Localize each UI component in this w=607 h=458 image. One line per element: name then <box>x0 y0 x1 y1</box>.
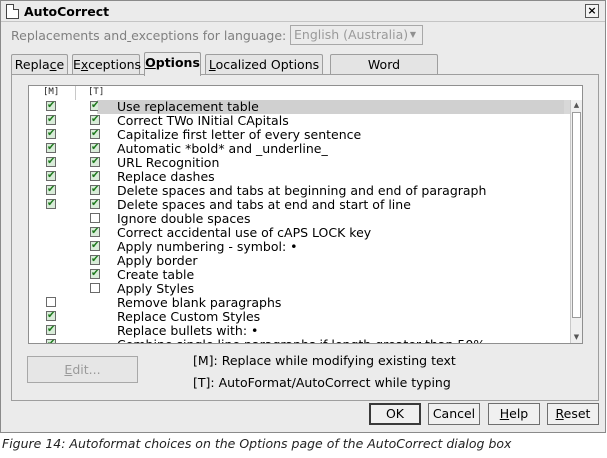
checkbox-m[interactable]: ✔ <box>46 185 56 195</box>
ok-button[interactable]: OK <box>369 403 421 425</box>
help-button[interactable]: Help <box>488 403 540 425</box>
autocorrect-dialog: AutoCorrect × Replacements and exception… <box>0 0 606 433</box>
list-item-label: Delete spaces and tabs at end and start … <box>117 197 411 212</box>
list-item-label: Apply numbering - symbol: • <box>117 239 298 254</box>
figure-caption: Figure 14: Autoformat choices on the Opt… <box>2 436 512 451</box>
tab-replace[interactable]: Replace <box>11 54 68 75</box>
options-list: [M] [T] ✔ ✔ Use replacement table ✔ ✔ Correct… <box>28 85 583 344</box>
list-item[interactable]: Apply Styles <box>29 282 570 296</box>
list-item-label: Replace bullets with: • <box>117 323 259 338</box>
list-item-label: Create table <box>117 267 195 282</box>
tab-word-completion[interactable]: Word Completion <box>330 54 438 87</box>
list-item[interactable]: ✔ ✔ URL Recognition <box>29 156 570 170</box>
checkbox-t[interactable]: ✔ <box>90 143 100 153</box>
tab-label: Localized Options <box>208 57 320 72</box>
checkbox-t[interactable]: ✔ <box>90 255 100 265</box>
scroll-down-icon[interactable]: ▼ <box>571 332 582 343</box>
reset-button[interactable]: Reset <box>547 403 599 425</box>
checkbox-m[interactable]: ✔ <box>46 325 56 335</box>
list-item[interactable]: ✔ ✔ Delete spaces and tabs at end and star… <box>29 198 570 212</box>
list-item[interactable]: ✔ ✔ Delete spaces and tabs at beginning an… <box>29 184 570 198</box>
list-item[interactable]: ✔ ✔ Correct TWo INitial CApitals <box>29 114 570 128</box>
checkbox-m[interactable]: ✔ <box>46 157 56 167</box>
list-item-label: Ignore double spaces <box>117 211 251 226</box>
tab-label: Options <box>145 55 200 70</box>
close-icon[interactable]: × <box>585 4 599 18</box>
list-item-label: Combine single line paragraphs if length… <box>117 338 489 344</box>
list-item-label: Capitalize first letter of every sentenc… <box>117 127 362 142</box>
checkbox-m[interactable]: ✔ <box>46 115 56 125</box>
legend-m-text: [M]: Replace while modifying existing te… <box>193 353 456 368</box>
checkbox-t[interactable]: ✔ <box>90 129 100 139</box>
tab-label: Replace <box>14 57 65 72</box>
options-list-header: [M] [T] <box>29 86 582 100</box>
list-item[interactable]: ✔ Combine single line paragraphs if lengt… <box>29 338 570 343</box>
scroll-up-icon[interactable]: ▲ <box>571 100 582 111</box>
list-item-label: Apply Styles <box>117 281 195 296</box>
list-item[interactable]: ✔ ✔ Capitalize first letter of every sente… <box>29 128 570 142</box>
checkbox-m[interactable] <box>46 297 56 307</box>
list-item-label: Replace Custom Styles <box>117 309 261 324</box>
checkbox-t[interactable] <box>90 213 100 223</box>
list-item-label: Use replacement table <box>98 100 564 114</box>
cancel-button[interactable]: Cancel <box>428 403 480 425</box>
list-item-label: Correct TWo INitial CApitals <box>117 113 289 128</box>
checkbox-m[interactable]: ✔ <box>46 101 56 111</box>
scroll-thumb[interactable] <box>572 112 581 318</box>
column-header-m: [M] <box>43 87 60 97</box>
checkbox-m[interactable]: ✔ <box>46 143 56 153</box>
checkbox-m[interactable]: ✔ <box>46 339 56 343</box>
list-item[interactable]: ✔ Replace bullets with: • <box>29 324 570 338</box>
checkbox-t[interactable]: ✔ <box>90 157 100 167</box>
checkbox-m[interactable]: ✔ <box>46 199 56 209</box>
list-item-label: Replace dashes <box>117 169 215 184</box>
language-label: Replacements and exceptions for language… <box>11 28 287 43</box>
options-tab-panel: [M] [T] ✔ ✔ Use replacement table ✔ ✔ Correct… <box>11 74 599 401</box>
checkbox-m[interactable]: ✔ <box>46 129 56 139</box>
list-item[interactable]: ✔ Replace Custom Styles <box>29 310 570 324</box>
tab-localized-options[interactable]: Localized Options <box>205 54 323 75</box>
vertical-scrollbar[interactable]: ▲ ▼ <box>570 100 582 343</box>
list-item-label: Remove blank paragraphs <box>117 295 282 310</box>
tab-label: Exceptions <box>73 57 142 72</box>
column-header-t: [T] <box>88 87 105 97</box>
title-bar: AutoCorrect × <box>1 1 605 22</box>
list-item[interactable]: Remove blank paragraphs <box>29 296 570 310</box>
legend-t-text: [T]: AutoFormat/AutoCorrect while typing <box>193 375 451 390</box>
document-icon <box>6 4 19 19</box>
edit-button[interactable]: Edit... <box>27 356 138 383</box>
checkbox-t[interactable] <box>90 283 100 293</box>
list-item[interactable]: ✔ Create table <box>29 268 570 282</box>
list-item[interactable]: ✔ Apply border <box>29 254 570 268</box>
checkbox-m[interactable]: ✔ <box>46 311 56 321</box>
checkbox-t[interactable]: ✔ <box>90 185 100 195</box>
list-item-label: Correct accidental use of cAPS LOCK key <box>117 225 372 240</box>
checkbox-t[interactable]: ✔ <box>90 227 100 237</box>
checkbox-m[interactable]: ✔ <box>46 171 56 181</box>
list-item[interactable]: ✔ Correct accidental use of cAPS LOCK key <box>29 226 570 240</box>
list-item[interactable]: ✔ ✔ Use replacement table <box>29 100 570 114</box>
language-selected-value: English (Australia) <box>294 27 409 42</box>
tab-options[interactable]: Options <box>144 52 201 76</box>
list-item[interactable]: ✔ ✔ Automatic *bold* and _underline_ <box>29 142 570 156</box>
checkbox-t[interactable]: ✔ <box>90 115 100 125</box>
checkbox-t[interactable]: ✔ <box>90 199 100 209</box>
column-divider <box>75 86 76 100</box>
dialog-button-bar: OK Cancel Help Reset <box>1 403 605 433</box>
list-item-label: Apply border <box>117 253 198 268</box>
dialog-title: AutoCorrect <box>24 4 110 19</box>
tab-exceptions[interactable]: Exceptions <box>72 54 142 75</box>
checkbox-t[interactable]: ✔ <box>90 269 100 279</box>
chevron-down-icon: ▼ <box>409 30 417 39</box>
language-select[interactable]: English (Australia) ▼ <box>290 25 423 45</box>
list-item[interactable]: Ignore double spaces <box>29 212 570 226</box>
checkbox-t[interactable]: ✔ <box>90 241 100 251</box>
list-item[interactable]: ✔ ✔ Replace dashes <box>29 170 570 184</box>
list-item-label: Automatic *bold* and _underline_ <box>117 141 328 156</box>
list-item-label: Delete spaces and tabs at beginning and … <box>117 183 487 198</box>
checkbox-t[interactable]: ✔ <box>90 171 100 181</box>
list-item-label: URL Recognition <box>117 155 220 170</box>
options-rows: ✔ ✔ Use replacement table ✔ ✔ Correct TWo INi… <box>29 100 570 343</box>
list-item[interactable]: ✔ Apply numbering - symbol: • <box>29 240 570 254</box>
